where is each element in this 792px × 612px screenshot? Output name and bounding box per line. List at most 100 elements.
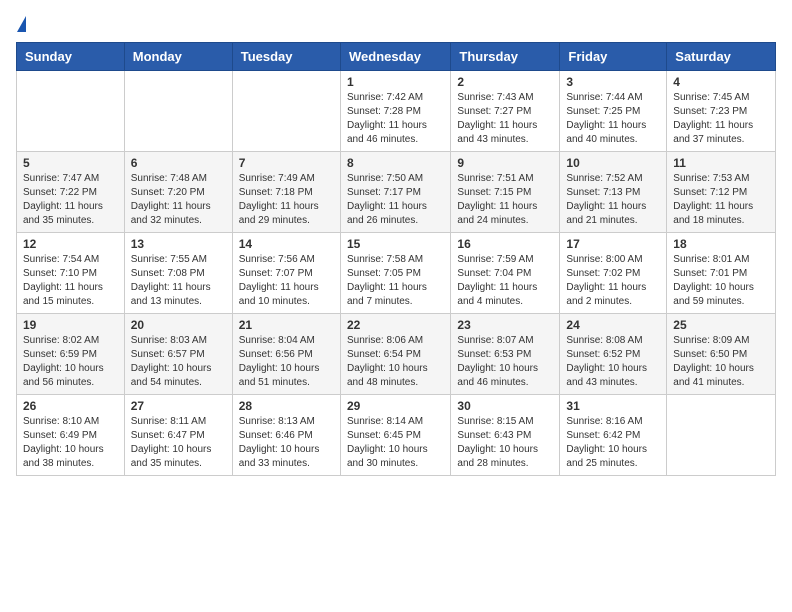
day-info: Sunrise: 8:11 AM Sunset: 6:47 PM Dayligh…	[131, 415, 226, 471]
calendar-cell: 17 Sunrise: 8:00 AM Sunset: 7:02 PM Dayli…	[560, 233, 667, 314]
calendar-cell: 27 Sunrise: 8:11 AM Sunset: 6:47 PM Dayli…	[124, 395, 232, 476]
calendar-cell: 6 Sunrise: 7:48 AM Sunset: 7:20 PM Daylig…	[124, 152, 232, 233]
day-info: Sunrise: 7:44 AM Sunset: 7:25 PM Dayligh…	[566, 91, 660, 147]
calendar-cell: 4 Sunrise: 7:45 AM Sunset: 7:23 PM Daylig…	[667, 71, 776, 152]
weekday-header-sunday: Sunday	[17, 43, 125, 71]
calendar-cell: 15 Sunrise: 7:58 AM Sunset: 7:05 PM Dayli…	[340, 233, 450, 314]
calendar-week-row: 19 Sunrise: 8:02 AM Sunset: 6:59 PM Dayli…	[17, 314, 776, 395]
day-info: Sunrise: 8:01 AM Sunset: 7:01 PM Dayligh…	[673, 253, 769, 309]
calendar-cell: 5Sunrise: 7:47 AM Sunset: 7:22 PM Daylig…	[17, 152, 125, 233]
day-number: 18	[673, 237, 769, 251]
logo-triangle-icon	[17, 16, 26, 32]
page-header	[16, 16, 776, 32]
calendar-cell	[667, 395, 776, 476]
calendar-cell: 7 Sunrise: 7:49 AM Sunset: 7:18 PM Daylig…	[232, 152, 340, 233]
day-info: Sunrise: 7:59 AM Sunset: 7:04 PM Dayligh…	[457, 253, 553, 309]
calendar-cell: 22 Sunrise: 8:06 AM Sunset: 6:54 PM Dayli…	[340, 314, 450, 395]
day-number: 15	[347, 237, 444, 251]
calendar-cell: 1 Sunrise: 7:42 AM Sunset: 7:28 PM Daylig…	[340, 71, 450, 152]
day-number: 19	[23, 318, 118, 332]
day-number: 12	[23, 237, 118, 251]
day-number: 1	[347, 75, 444, 89]
day-info: Sunrise: 8:06 AM Sunset: 6:54 PM Dayligh…	[347, 334, 444, 390]
day-info: Sunrise: 7:45 AM Sunset: 7:23 PM Dayligh…	[673, 91, 769, 147]
calendar-cell: 8 Sunrise: 7:50 AM Sunset: 7:17 PM Daylig…	[340, 152, 450, 233]
day-number: 7	[239, 156, 334, 170]
calendar-week-row: 5Sunrise: 7:47 AM Sunset: 7:22 PM Daylig…	[17, 152, 776, 233]
day-info: Sunrise: 7:58 AM Sunset: 7:05 PM Dayligh…	[347, 253, 444, 309]
calendar-cell: 18 Sunrise: 8:01 AM Sunset: 7:01 PM Dayli…	[667, 233, 776, 314]
calendar-cell: 14 Sunrise: 7:56 AM Sunset: 7:07 PM Dayli…	[232, 233, 340, 314]
calendar-cell: 20 Sunrise: 8:03 AM Sunset: 6:57 PM Dayli…	[124, 314, 232, 395]
weekday-header-saturday: Saturday	[667, 43, 776, 71]
day-number: 22	[347, 318, 444, 332]
calendar-cell: 9 Sunrise: 7:51 AM Sunset: 7:15 PM Daylig…	[451, 152, 560, 233]
day-info: Sunrise: 7:52 AM Sunset: 7:13 PM Dayligh…	[566, 172, 660, 228]
day-info: Sunrise: 7:55 AM Sunset: 7:08 PM Dayligh…	[131, 253, 226, 309]
weekday-header-friday: Friday	[560, 43, 667, 71]
day-info: Sunrise: 7:50 AM Sunset: 7:17 PM Dayligh…	[347, 172, 444, 228]
day-info: Sunrise: 8:13 AM Sunset: 6:46 PM Dayligh…	[239, 415, 334, 471]
calendar-cell: 19 Sunrise: 8:02 AM Sunset: 6:59 PM Dayli…	[17, 314, 125, 395]
day-info: Sunrise: 8:07 AM Sunset: 6:53 PM Dayligh…	[457, 334, 553, 390]
calendar-cell: 21 Sunrise: 8:04 AM Sunset: 6:56 PM Dayli…	[232, 314, 340, 395]
calendar-cell: 3 Sunrise: 7:44 AM Sunset: 7:25 PM Daylig…	[560, 71, 667, 152]
calendar-cell: 29 Sunrise: 8:14 AM Sunset: 6:45 PM Dayli…	[340, 395, 450, 476]
day-number: 26	[23, 399, 118, 413]
day-number: 24	[566, 318, 660, 332]
day-number: 21	[239, 318, 334, 332]
day-info: Sunrise: 7:54 AM Sunset: 7:10 PM Dayligh…	[23, 253, 118, 309]
calendar-cell: 16 Sunrise: 7:59 AM Sunset: 7:04 PM Dayli…	[451, 233, 560, 314]
day-number: 6	[131, 156, 226, 170]
weekday-header-monday: Monday	[124, 43, 232, 71]
day-number: 8	[347, 156, 444, 170]
calendar-table: SundayMondayTuesdayWednesdayThursdayFrid…	[16, 42, 776, 476]
day-number: 30	[457, 399, 553, 413]
calendar-header-row: SundayMondayTuesdayWednesdayThursdayFrid…	[17, 43, 776, 71]
day-info: Sunrise: 7:49 AM Sunset: 7:18 PM Dayligh…	[239, 172, 334, 228]
day-number: 25	[673, 318, 769, 332]
day-info: Sunrise: 7:56 AM Sunset: 7:07 PM Dayligh…	[239, 253, 334, 309]
day-info: Sunrise: 7:51 AM Sunset: 7:15 PM Dayligh…	[457, 172, 553, 228]
calendar-week-row: 26 Sunrise: 8:10 AM Sunset: 6:49 PM Dayli…	[17, 395, 776, 476]
day-number: 20	[131, 318, 226, 332]
day-number: 14	[239, 237, 334, 251]
day-info: Sunrise: 7:43 AM Sunset: 7:27 PM Dayligh…	[457, 91, 553, 147]
day-info: Sunrise: 8:10 AM Sunset: 6:49 PM Dayligh…	[23, 415, 118, 471]
calendar-cell: 25 Sunrise: 8:09 AM Sunset: 6:50 PM Dayli…	[667, 314, 776, 395]
calendar-cell: 24 Sunrise: 8:08 AM Sunset: 6:52 PM Dayli…	[560, 314, 667, 395]
day-info: Sunrise: 7:48 AM Sunset: 7:20 PM Dayligh…	[131, 172, 226, 228]
day-number: 23	[457, 318, 553, 332]
calendar-cell: 12 Sunrise: 7:54 AM Sunset: 7:10 PM Dayli…	[17, 233, 125, 314]
calendar-cell: 13Sunrise: 7:55 AM Sunset: 7:08 PM Dayli…	[124, 233, 232, 314]
day-number: 28	[239, 399, 334, 413]
day-info: Sunrise: 8:00 AM Sunset: 7:02 PM Dayligh…	[566, 253, 660, 309]
day-number: 16	[457, 237, 553, 251]
day-info: Sunrise: 8:08 AM Sunset: 6:52 PM Dayligh…	[566, 334, 660, 390]
calendar-cell: 2 Sunrise: 7:43 AM Sunset: 7:27 PM Daylig…	[451, 71, 560, 152]
day-number: 17	[566, 237, 660, 251]
calendar-cell: 26 Sunrise: 8:10 AM Sunset: 6:49 PM Dayli…	[17, 395, 125, 476]
calendar-week-row: 1 Sunrise: 7:42 AM Sunset: 7:28 PM Daylig…	[17, 71, 776, 152]
day-number: 2	[457, 75, 553, 89]
day-number: 27	[131, 399, 226, 413]
day-number: 11	[673, 156, 769, 170]
day-info: Sunrise: 8:14 AM Sunset: 6:45 PM Dayligh…	[347, 415, 444, 471]
day-number: 9	[457, 156, 553, 170]
day-info: Sunrise: 8:16 AM Sunset: 6:42 PM Dayligh…	[566, 415, 660, 471]
calendar-cell: 30 Sunrise: 8:15 AM Sunset: 6:43 PM Dayli…	[451, 395, 560, 476]
day-info: Sunrise: 8:15 AM Sunset: 6:43 PM Dayligh…	[457, 415, 553, 471]
day-info: Sunrise: 8:03 AM Sunset: 6:57 PM Dayligh…	[131, 334, 226, 390]
day-number: 10	[566, 156, 660, 170]
calendar-cell: 10 Sunrise: 7:52 AM Sunset: 7:13 PM Dayli…	[560, 152, 667, 233]
day-info: Sunrise: 7:53 AM Sunset: 7:12 PM Dayligh…	[673, 172, 769, 228]
day-number: 4	[673, 75, 769, 89]
weekday-header-tuesday: Tuesday	[232, 43, 340, 71]
day-info: Sunrise: 8:09 AM Sunset: 6:50 PM Dayligh…	[673, 334, 769, 390]
calendar-cell	[232, 71, 340, 152]
day-info: Sunrise: 7:42 AM Sunset: 7:28 PM Dayligh…	[347, 91, 444, 147]
day-info: Sunrise: 8:04 AM Sunset: 6:56 PM Dayligh…	[239, 334, 334, 390]
day-number: 3	[566, 75, 660, 89]
day-info: Sunrise: 8:02 AM Sunset: 6:59 PM Dayligh…	[23, 334, 118, 390]
day-number: 29	[347, 399, 444, 413]
